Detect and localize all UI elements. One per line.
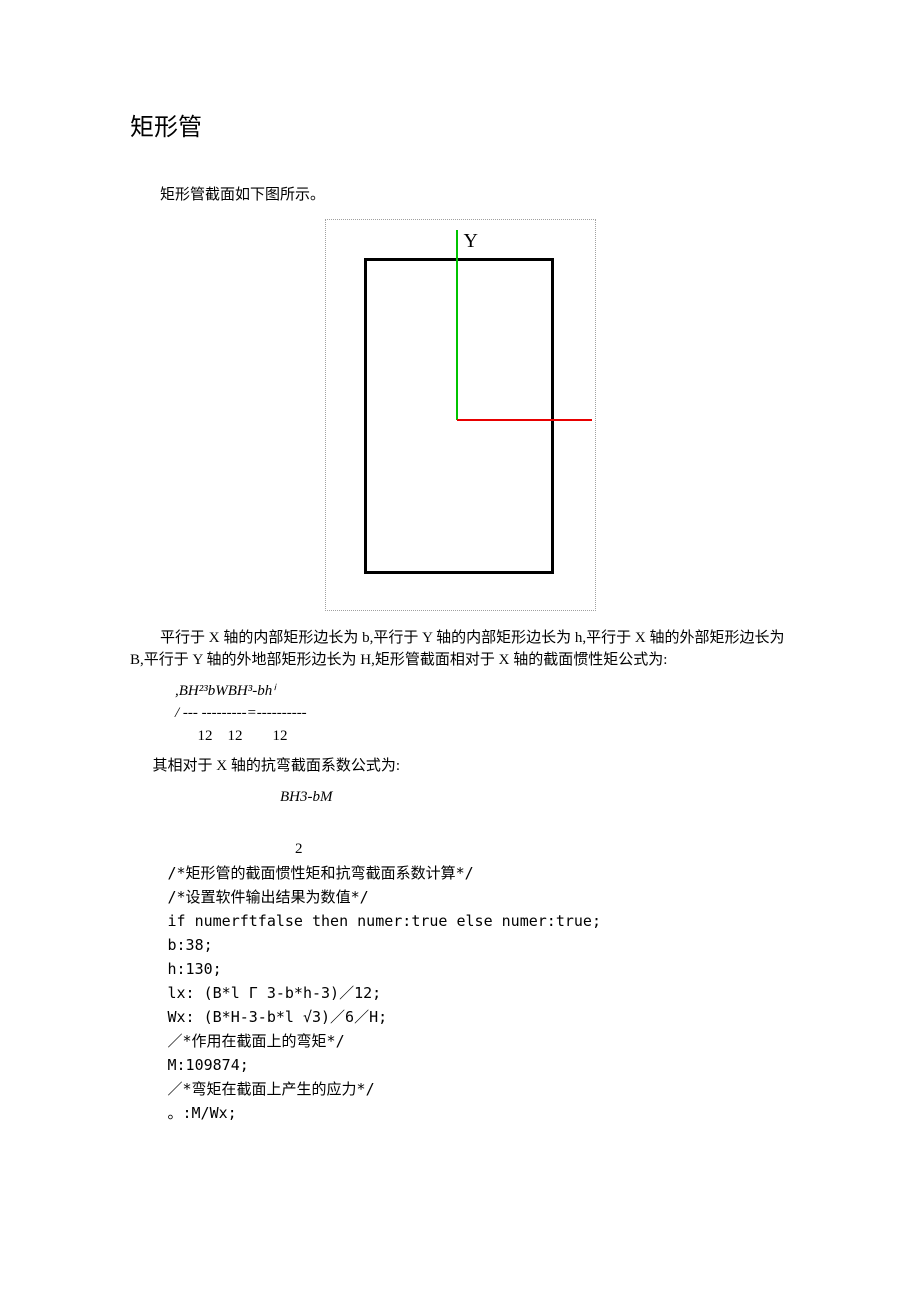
document-page: 矩形管 矩形管截面如下图所示。 Y 平行于 X 轴的内部矩形边长为 b,平行于 … bbox=[0, 0, 920, 1185]
page-title: 矩形管 bbox=[130, 110, 790, 146]
code-line: Wx: (B*H-3-b*l √3)／6／H; bbox=[168, 1008, 388, 1026]
code-line: b:38; bbox=[168, 936, 213, 954]
formula-denominator: 2 bbox=[295, 838, 790, 861]
code-line: ／*作用在截面上的弯矩*/ bbox=[168, 1032, 345, 1050]
y-axis-line bbox=[456, 230, 458, 420]
code-line: lx: (B*l Γ 3-b*h-3)／12; bbox=[168, 984, 382, 1002]
formula-line-2: / --- ---------=---------- bbox=[175, 702, 790, 725]
code-line: 。:M/Wx; bbox=[168, 1104, 237, 1122]
description-paragraph: 平行于 X 轴的内部矩形边长为 b,平行于 Y 轴的内部矩形边长为 h,平行于 … bbox=[130, 627, 790, 672]
cross-section-diagram: Y bbox=[325, 219, 596, 611]
diagram-container: Y bbox=[130, 219, 790, 611]
inner-rectangle bbox=[364, 258, 554, 574]
spacer bbox=[130, 808, 790, 838]
code-line: M:109874; bbox=[168, 1056, 249, 1074]
code-line: /*矩形管的截面惯性矩和抗弯截面系数计算*/ bbox=[168, 864, 474, 882]
formula-line-1: ,BH²³bWBH³-bhⁱ bbox=[175, 680, 790, 703]
formula-section-modulus: BH3-bM bbox=[280, 786, 790, 809]
code-line: h:130; bbox=[168, 960, 222, 978]
formula-line-3: 12 12 12 bbox=[175, 725, 790, 748]
code-line: ／*弯矩在截面上产生的应力*/ bbox=[168, 1080, 375, 1098]
intro-paragraph: 矩形管截面如下图所示。 bbox=[130, 184, 790, 207]
formula-moment-of-inertia: ,BH²³bWBH³-bhⁱ / --- ---------=---------… bbox=[175, 680, 790, 748]
code-line: /*设置软件输出结果为数值*/ bbox=[168, 888, 369, 906]
x-axis-line bbox=[457, 419, 592, 421]
wx-paragraph: 其相对于 X 轴的抗弯截面系数公式为: bbox=[130, 755, 790, 778]
code-line: if numerftfalse then numer:true else num… bbox=[168, 912, 601, 930]
code-block: /*矩形管的截面惯性矩和抗弯截面系数计算*/ /*设置软件输出结果为数值*/ i… bbox=[168, 861, 791, 1125]
y-axis-label: Y bbox=[464, 226, 478, 256]
